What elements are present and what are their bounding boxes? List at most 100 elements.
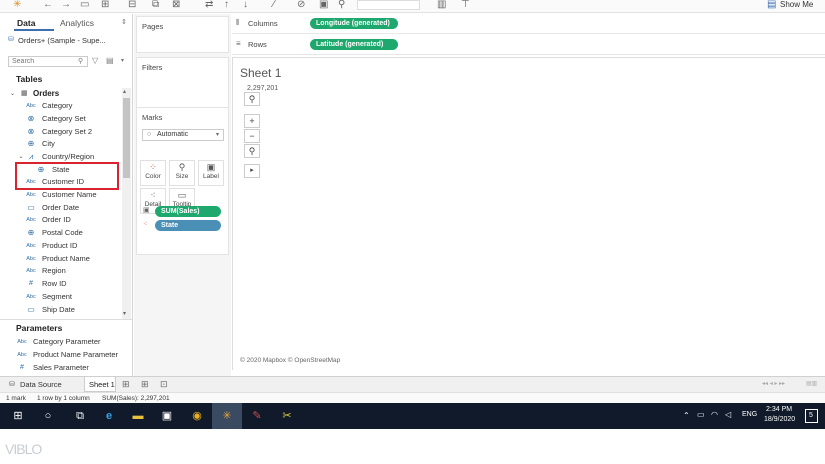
tab-data[interactable]: Data [17,18,35,28]
filters-card[interactable]: Filters [136,57,229,108]
play-icon[interactable]: ▸ [244,164,260,178]
map-search-icon[interactable]: ⚲ [244,92,260,106]
field-category[interactable]: Abc Category [0,100,120,112]
new-worksheet-icon[interactable]: ⊞ [122,379,130,390]
tab-analytics[interactable]: Analytics [60,18,94,28]
sort-ascending-icon[interactable]: ↑ [224,0,229,11]
rows-shelf[interactable]: ≡ Rows Latitude (generated) [232,35,825,55]
chrome-icon[interactable]: ◉ [189,408,205,424]
sort-descending-icon[interactable]: ↓ [243,0,248,11]
label-button[interactable]: ▣ Label [198,160,224,186]
columns-shelf[interactable]: ⦀ Columns Longitude (generated) [232,14,825,34]
sum-sales-pill[interactable]: SUM(Sales) [155,206,221,217]
windows-start-icon[interactable]: ⊞ [10,408,26,424]
string-icon: Abc [26,243,36,249]
edge-icon[interactable]: e [101,408,117,424]
new-story-icon[interactable]: ⊡ [160,379,168,390]
map-view[interactable]: Sheet 1 2,297,201 ⚲ + − ⚲ ▸ © 2020 Mapbo… [232,57,825,370]
filter-icon[interactable]: ▽ [92,56,98,65]
clock-time[interactable]: 2:34 PM [766,406,792,413]
paint-icon[interactable]: ✎ [249,408,265,424]
file-explorer-icon[interactable]: ▬ [130,408,146,424]
scroll-down-icon[interactable]: ▾ [123,310,126,317]
duplicate-sheet-icon[interactable]: ⧉ [152,0,159,11]
scrollbar[interactable]: ▴ ▾ [122,88,131,320]
redo-icon[interactable]: → [61,0,71,11]
store-icon[interactable]: ▣ [159,408,175,424]
swap-icon[interactable]: ⇄ [205,0,213,11]
wifi-icon[interactable]: ◠ [711,410,718,419]
tooltip-icon: ▭ [177,190,187,200]
battery-icon[interactable]: ▭ [697,410,705,419]
parameter-sales[interactable]: # Sales Parameter [0,362,120,374]
task-view-icon[interactable]: ⧉ [72,408,88,424]
data-source-name[interactable]: Orders+ (Sample - Supe... [18,36,106,45]
save-icon[interactable]: ▭ [80,0,89,11]
new-worksheet-icon[interactable]: ⊟ [128,0,136,11]
sheet-tab-active[interactable]: Sheet 1 [84,377,116,392]
tableau-logo-icon[interactable]: ✳ [13,0,21,11]
presentation-icon[interactable]: ⊤ [461,0,470,11]
field-row-id[interactable]: # Row ID [0,278,120,290]
fit-dropdown[interactable] [357,0,420,10]
field-city[interactable]: ⊕ City [0,138,120,150]
pin-icon[interactable]: ⚲ [244,144,260,158]
group-icon[interactable]: ⊘ [297,0,305,11]
show-me-button[interactable]: Show Me [780,0,813,11]
snipping-tool-icon[interactable]: ✂ [279,408,295,424]
new-data-source-icon[interactable]: ⊞ [101,0,109,11]
field-category-set-2[interactable]: ⊗ Category Set 2 [0,126,120,138]
parameter-category[interactable]: Abc Category Parameter [0,336,120,348]
clear-sheet-icon[interactable]: ⊠ [172,0,180,11]
string-icon: Abc [26,103,36,109]
volume-icon[interactable]: ◁ [725,410,731,419]
table-name[interactable]: Orders [33,89,59,98]
tray-chevron-icon[interactable]: ⌃ [683,411,690,420]
scroll-up-icon[interactable]: ▴ [123,88,126,95]
field-order-id[interactable]: Abc Order ID [0,214,120,226]
field-order-date[interactable]: ▭ Order Date [0,202,120,214]
scrollbar-thumb[interactable] [123,98,130,178]
size-button[interactable]: ⚲ Size [169,160,195,186]
tab-view-icon[interactable]: ▤▥ [806,380,817,387]
bar-chart-icon[interactable]: ▥ [437,0,446,11]
field-customer-name[interactable]: Abc Customer Name [0,189,120,201]
tableau-taskbar-icon[interactable]: ✳ [219,408,235,424]
cortana-search-icon[interactable]: ○ [40,408,56,424]
parameter-product-name[interactable]: Abc Product Name Parameter [0,349,120,361]
field-region[interactable]: Abc Region [0,265,120,277]
toolbar: ✳ ← → ▭ ⊞ ⊟ ⧉ ⊠ ⇄ ↑ ↓ ∕ ⊘ ▣ ⚲ ▥ ⊤ ▤ Show… [0,0,825,13]
label-icon[interactable]: ▣ [319,0,328,11]
state-pill[interactable]: State [155,220,221,231]
calendar-icon: ▭ [27,305,35,314]
notification-icon[interactable]: 5 [805,409,818,423]
highlight-icon[interactable]: ∕ [273,0,275,11]
pages-card[interactable]: Pages [136,16,229,53]
mark-type-dropdown[interactable]: ○ Automatic ▾ [142,129,224,141]
field-segment[interactable]: Abc Segment [0,291,120,303]
field-product-id[interactable]: Abc Product ID [0,240,120,252]
field-ship-date[interactable]: ▭ Ship Date [0,304,120,316]
show-me-icon[interactable]: ▤ [767,0,776,11]
field-postal-code[interactable]: ⊕ Postal Code [0,227,120,239]
new-dashboard-icon[interactable]: ⊞ [141,379,149,390]
collapse-chevron-icon[interactable]: ⌄ [10,90,15,97]
color-button[interactable]: ⁘ Color [140,160,166,186]
undo-icon[interactable]: ← [43,0,53,11]
chevron-down-icon[interactable]: ▾ [121,57,124,64]
data-source-tab[interactable]: Data Source [20,380,62,389]
language-indicator[interactable]: ENG [742,411,757,418]
longitude-pill[interactable]: Longitude (generated) [310,18,398,29]
pane-menu-icon[interactable]: ⇕ [121,18,127,26]
clock-date[interactable]: 18/9/2020 [764,416,795,423]
field-customer-id[interactable]: Abc Customer ID [0,176,120,188]
latitude-pill[interactable]: Latitude (generated) [310,39,398,50]
field-category-set[interactable]: ⊗ Category Set [0,113,120,125]
tab-scroll-arrows-icon[interactable]: ◂◂ ◂ ▸ ▸▸ [762,380,785,387]
zoom-in-icon[interactable]: + [244,114,260,128]
field-product-name[interactable]: Abc Product Name [0,253,120,265]
search-input[interactable] [8,56,88,67]
fix-axes-icon[interactable]: ⚲ [338,0,345,11]
view-options-icon[interactable]: ▤ [106,56,114,65]
zoom-out-icon[interactable]: − [244,129,260,143]
